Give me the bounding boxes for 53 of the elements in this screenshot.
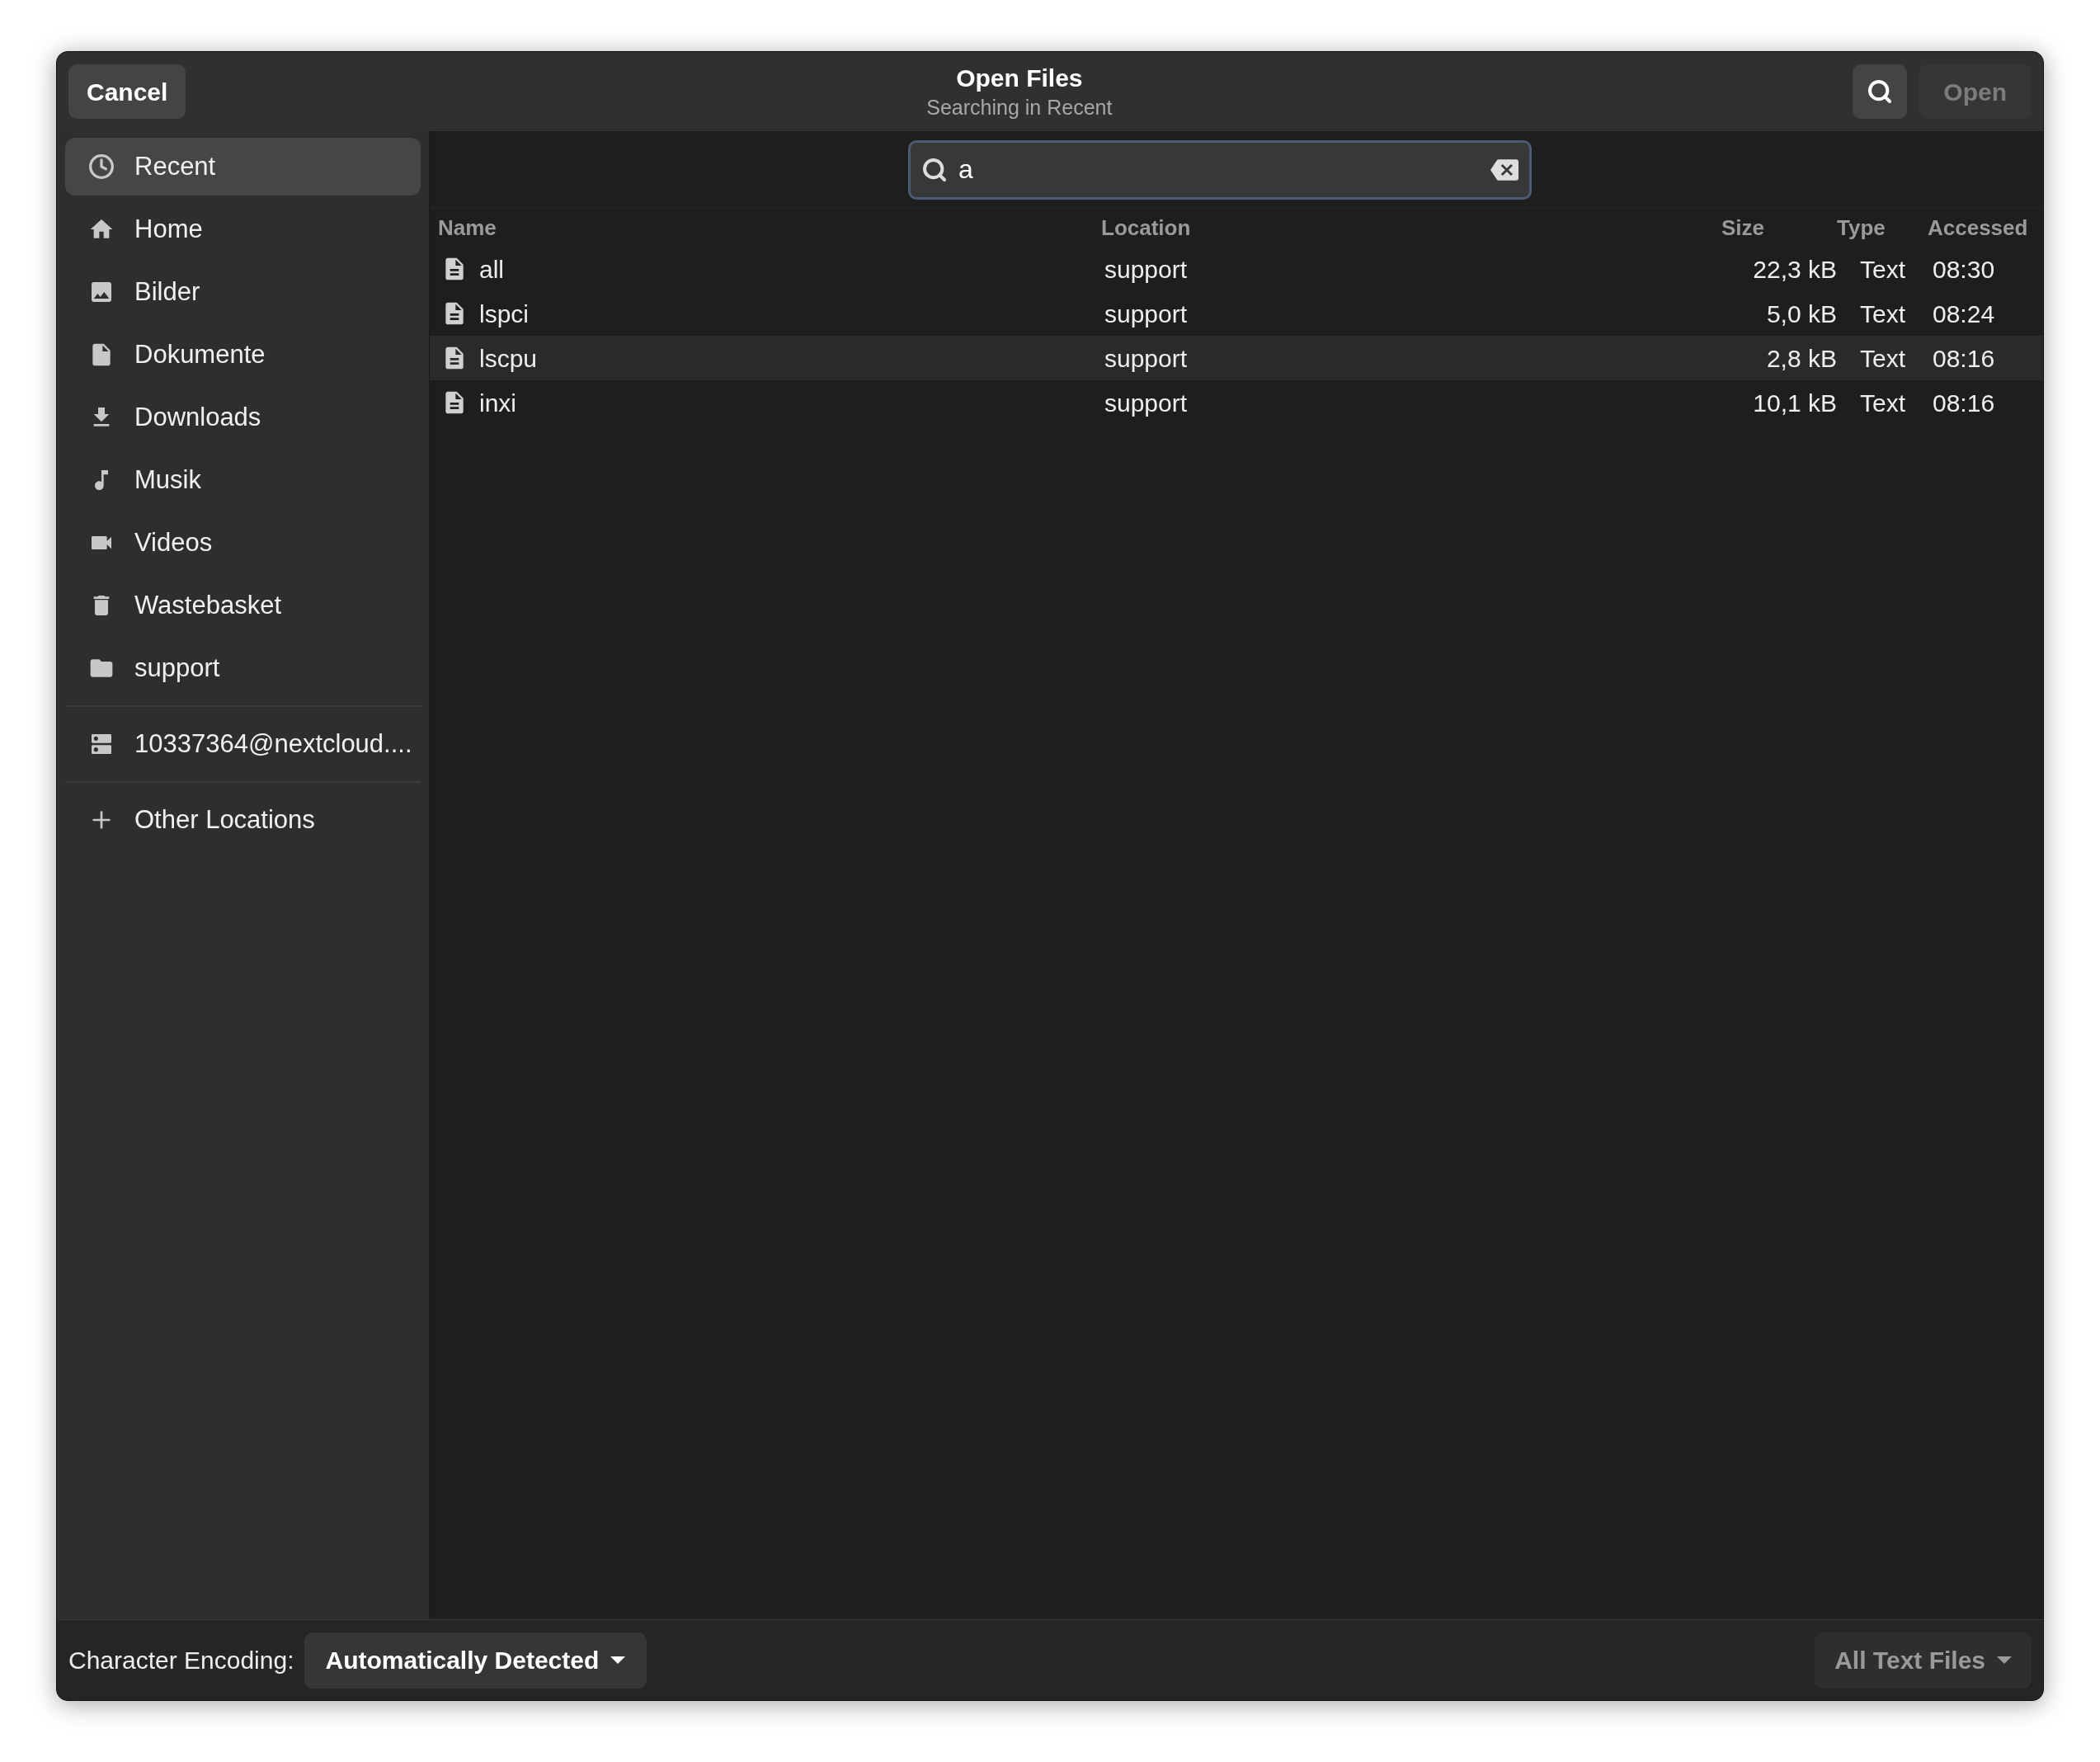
file-type: Text (1859, 343, 1907, 374)
column-header[interactable]: Size (1721, 211, 1837, 244)
column-header[interactable]: Accessed (1928, 211, 2035, 244)
sidebar-item[interactable]: support (65, 639, 421, 697)
file-size: 5,0 kB (1765, 299, 1837, 329)
caret-icon (610, 1656, 626, 1664)
file-accessed: 08:30 (1932, 254, 1996, 285)
file-row[interactable]: lspci support 5,0 kB Text 08:24 (430, 291, 2043, 336)
file-type: Text (1859, 254, 1907, 285)
file-name: all (479, 254, 504, 285)
file-name: lspci (479, 299, 529, 329)
sidebar-item[interactable]: 10337364@nextcloud.... (65, 715, 421, 773)
file-name: inxi (479, 388, 516, 418)
file-location: support (1104, 388, 1189, 418)
encoding-dropdown[interactable]: Automatically Detected (304, 1632, 647, 1689)
window-subtitle: Searching in Recent (926, 95, 1113, 120)
sidebar-item[interactable]: Bilder (65, 263, 421, 321)
window-title: Open Files (956, 64, 1083, 93)
file-row[interactable]: inxi support 10,1 kB Text 08:16 (430, 380, 2043, 425)
file-size: 2,8 kB (1765, 343, 1837, 374)
sidebar-item[interactable]: Dokumente (65, 326, 421, 384)
column-header[interactable]: Type (1837, 211, 1928, 244)
file-location: support (1104, 299, 1189, 329)
filter-dropdown[interactable]: All Text Files (1815, 1632, 2032, 1689)
file-size: 10,1 kB (1752, 388, 1837, 418)
sidebar-item[interactable]: Videos (65, 514, 421, 572)
file-row[interactable]: all support 22,3 kB Text 08:30 (430, 247, 2043, 291)
sidebar-item[interactable]: Musik (65, 451, 421, 509)
search-icon (921, 156, 948, 183)
sidebar-item[interactable]: Home (65, 200, 421, 258)
column-header[interactable]: Location (1101, 211, 1721, 244)
search-icon (1867, 78, 1894, 105)
sidebar-item[interactable]: Recent (65, 138, 421, 196)
file-accessed: 08:24 (1932, 299, 1996, 329)
clock-icon (88, 153, 115, 180)
file-type: Text (1859, 388, 1907, 418)
file-size: 22,3 kB (1752, 254, 1837, 285)
sidebar-item[interactable]: Other Locations (65, 791, 421, 849)
search-button[interactable] (1853, 64, 1908, 119)
sidebar-item[interactable]: Downloads (65, 389, 421, 446)
file-type: Text (1859, 299, 1907, 329)
column-header[interactable]: Name (438, 211, 1101, 244)
search-field[interactable]: a (908, 139, 1532, 200)
file-row[interactable]: lscpu support 2,8 kB Text 08:16 (430, 336, 2043, 380)
file-location: support (1104, 343, 1189, 374)
sidebar-item[interactable]: Wastebasket (65, 577, 421, 634)
caret-icon (1997, 1656, 2012, 1664)
cancel-button[interactable]: Cancel (68, 64, 186, 119)
file-accessed: 08:16 (1932, 343, 1996, 374)
file-location: support (1104, 254, 1189, 285)
file-accessed: 08:16 (1932, 388, 1996, 418)
file-name: lscpu (479, 343, 538, 374)
encoding-label: Character Encoding: (68, 1646, 294, 1675)
